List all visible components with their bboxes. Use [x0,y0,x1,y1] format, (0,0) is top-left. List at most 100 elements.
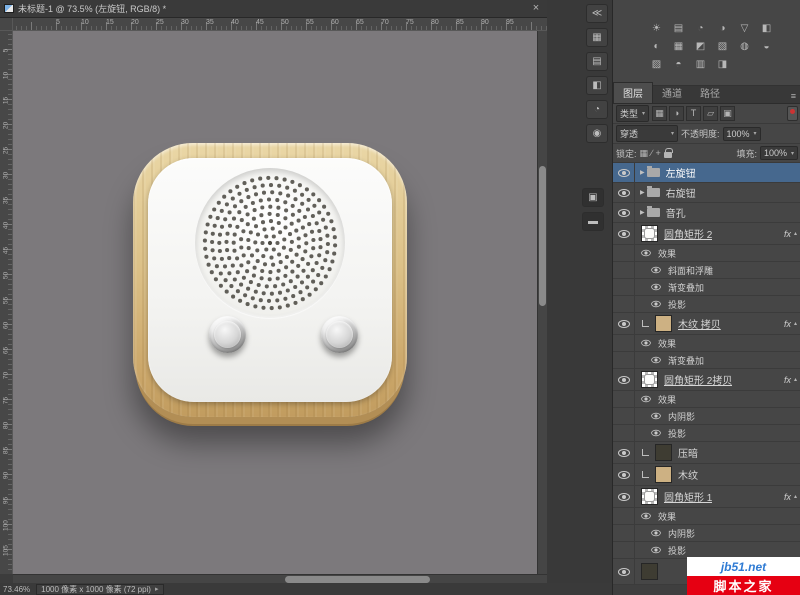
vibrance-icon[interactable]: ▽ [737,22,752,35]
layer-effect-row[interactable]: 斜面和浮雕 [613,262,800,279]
layer-group-row[interactable]: ▶ 左旋钮 [613,163,800,183]
color-lookup-icon[interactable]: ◍ [737,40,752,53]
visibility-toggle[interactable] [613,391,635,407]
layer-effect-row[interactable]: 效果 [613,391,800,408]
visibility-toggle[interactable] [613,203,635,222]
collapse-triangle-icon[interactable]: ▶ [640,189,645,196]
visibility-toggle[interactable] [613,464,635,485]
lock-all-icon[interactable] [663,148,673,158]
canvas[interactable] [13,31,537,574]
layer-effect-row[interactable]: 投影 [613,296,800,313]
photo-filter-icon[interactable]: ◩ [693,40,708,53]
visibility-toggle[interactable] [613,542,635,558]
posterize-icon[interactable]: ▨ [649,58,664,71]
fx-collapse-icon[interactable]: ▴ [794,320,797,327]
visibility-toggle[interactable] [613,408,635,424]
info-panel-icon[interactable]: ◉ [586,124,608,143]
color-balance-icon[interactable]: ◐ [649,40,664,53]
fx-collapse-icon[interactable]: ▴ [794,376,797,383]
timeline-panel-icon[interactable]: ▬ [582,212,604,231]
collapse-triangle-icon[interactable]: ▶ [640,209,645,216]
layer-effect-row[interactable]: 内阴影 [613,408,800,425]
filter-type-dropdown[interactable]: 类型 ▾ [616,105,650,122]
threshold-icon[interactable]: ◓ [671,58,686,71]
visibility-toggle[interactable] [613,245,635,261]
fill-dropdown[interactable]: 100% ▾ [759,146,798,160]
invert-icon[interactable]: ◒ [759,40,774,53]
lock-position-icon[interactable]: + [656,148,661,158]
layer-row[interactable]: 木纹 拷贝 fx ▴ [613,313,800,335]
adjustment-layer-filter-icon[interactable]: ◑ [669,106,685,121]
curves-icon[interactable]: ◔ [693,22,708,35]
brightness-contrast-icon[interactable]: ☀ [649,22,664,35]
vertical-scrollbar[interactable] [537,31,547,574]
panel-menu-icon[interactable]: ≡ [791,91,800,103]
visibility-toggle[interactable] [613,262,635,278]
vertical-scrollbar-thumb[interactable] [539,166,546,306]
collapse-triangle-icon[interactable]: ▶ [640,169,645,176]
history-panel-icon[interactable]: ◔ [586,100,608,119]
layer-effect-row[interactable]: 效果 [613,335,800,352]
document-info[interactable]: 1000 像素 x 1000 像素 (72 ppi) ▸ [36,583,164,595]
status-arrow-icon[interactable]: ▸ [155,585,159,593]
visibility-toggle[interactable] [613,508,635,524]
visibility-toggle[interactable] [613,442,635,463]
tab-paths[interactable]: 路径 [691,83,729,103]
visibility-toggle[interactable] [613,369,635,390]
swatches-panel-icon[interactable]: ▤ [586,52,608,71]
visibility-toggle[interactable] [613,183,635,202]
layer-row[interactable]: 木纹 [613,464,800,486]
exposure-icon[interactable]: ◑ [715,22,730,35]
lock-pixels-icon[interactable]: ∕ [651,148,653,158]
layer-row[interactable]: 圆角矩形 2拷贝 fx ▴ [613,369,800,391]
visibility-toggle[interactable] [613,223,635,244]
layer-effect-row[interactable]: 内阴影 [613,525,800,542]
visibility-toggle[interactable] [613,525,635,541]
pixel-layer-filter-icon[interactable]: ▦ [652,106,668,121]
channel-mixer-icon[interactable]: ▧ [715,40,730,53]
layer-effect-row[interactable]: 渐变叠加 [613,279,800,296]
layer-effect-row[interactable]: 渐变叠加 [613,352,800,369]
collapse-to-icons-icon[interactable]: ≪ [586,4,608,23]
tab-layers[interactable]: 图层 [613,82,653,103]
gradient-map-icon[interactable]: ▥ [693,58,708,71]
layer-effect-row[interactable]: 投影 [613,425,800,442]
close-icon[interactable]: × [529,3,543,14]
hue-saturation-icon[interactable]: ◧ [759,22,774,35]
tab-channels[interactable]: 通道 [653,83,691,103]
fx-collapse-icon[interactable]: ▴ [794,230,797,237]
visibility-toggle[interactable] [613,425,635,441]
smart-object-filter-icon[interactable]: ▣ [720,106,736,121]
color-panel-icon[interactable]: ▦ [586,28,608,47]
type-layer-filter-icon[interactable]: T [686,106,702,121]
lock-transparency-icon[interactable]: ▦ [640,148,649,159]
blend-mode-dropdown[interactable]: 穿透 ▾ [616,125,678,142]
visibility-toggle[interactable] [613,352,635,368]
properties-panel-icon[interactable]: ▣ [582,188,604,207]
black-white-icon[interactable]: ▦ [671,40,686,53]
zoom-level[interactable]: 73.46% [3,585,30,594]
visibility-toggle[interactable] [613,296,635,312]
opacity-dropdown[interactable]: 100% ▾ [722,126,761,141]
layer-effect-row[interactable]: 效果 [613,245,800,262]
levels-icon[interactable]: ▤ [671,22,686,35]
layer-effect-row[interactable]: 效果 [613,508,800,525]
fx-collapse-icon[interactable]: ▴ [794,493,797,500]
layer-row[interactable]: 压暗 [613,442,800,464]
styles-panel-icon[interactable]: ◧ [586,76,608,95]
selective-color-icon[interactable]: ◨ [715,58,730,71]
filter-switch[interactable] [787,106,798,121]
horizontal-scrollbar[interactable] [13,574,547,583]
visibility-toggle[interactable] [613,163,635,182]
horizontal-scrollbar-thumb[interactable] [285,576,430,583]
visibility-toggle[interactable] [613,335,635,351]
layer-row[interactable]: 圆角矩形 1 fx ▴ [613,486,800,508]
visibility-toggle[interactable] [613,313,635,334]
visibility-toggle[interactable] [613,279,635,295]
layer-group-row[interactable]: ▶ 音孔 [613,203,800,223]
layer-group-row[interactable]: ▶ 右旋钮 [613,183,800,203]
shape-layer-filter-icon[interactable]: ▱ [703,106,719,121]
layer-row[interactable]: 圆角矩形 2 fx ▴ [613,223,800,245]
visibility-toggle[interactable] [613,486,635,507]
visibility-toggle[interactable] [613,559,635,584]
